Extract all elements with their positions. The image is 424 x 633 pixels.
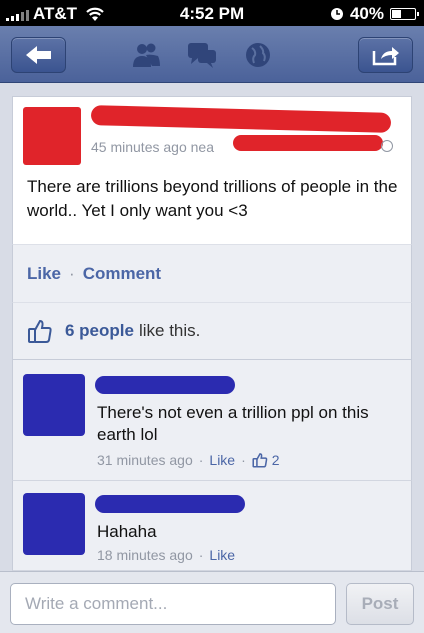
comment-item: Hahaha 18 minutes ago · Like (12, 481, 412, 571)
redacted-author-name (90, 105, 392, 133)
back-arrow-icon (25, 46, 51, 64)
comment-composer: Post (0, 571, 424, 633)
comment-like-link[interactable]: Like (209, 452, 235, 468)
battery-icon (390, 8, 419, 20)
comment-text: There's not even a trillion ppl on this … (97, 403, 369, 444)
likes-summary[interactable]: 6 people like this. (12, 302, 412, 360)
likes-count[interactable]: 6 people (65, 321, 134, 341)
comment-timestamp: 18 minutes ago (97, 547, 193, 563)
comment-link[interactable]: Comment (83, 264, 161, 284)
redacted-avatar (23, 493, 85, 555)
redacted-avatar (23, 107, 81, 165)
battery-percent: 40% (349, 4, 384, 23)
back-button[interactable] (11, 37, 66, 73)
friend-requests-icon[interactable] (130, 40, 162, 70)
redacted-avatar (23, 374, 85, 436)
post-timestamp: 45 minutes ago nea (91, 139, 214, 155)
comment-like-count[interactable]: 2 (272, 452, 280, 468)
comment-item: There's not even a trillion ppl on this … (12, 360, 412, 481)
redacted-commenter-name (95, 495, 245, 513)
nav-bar (0, 26, 424, 83)
thumbs-up-icon (252, 453, 268, 468)
comment-meta: 18 minutes ago · Like (97, 547, 235, 563)
post-actions: Like · Comment (12, 244, 412, 302)
separator: · (69, 263, 75, 283)
like-link[interactable]: Like (27, 264, 61, 284)
nav-icons (130, 40, 274, 70)
notifications-globe-icon[interactable] (242, 40, 274, 70)
battery-info: 40% (330, 4, 419, 24)
post-button[interactable]: Post (346, 583, 414, 625)
share-icon (372, 47, 399, 66)
likes-suffix: like this. (138, 321, 201, 340)
comment-meta: 31 minutes ago · Like · 2 (97, 452, 280, 468)
comment-like-link[interactable]: Like (209, 547, 235, 563)
comment-input[interactable] (10, 583, 336, 625)
post-text: There are trillions beyond trillions of … (27, 177, 398, 220)
comment-timestamp: 31 minutes ago (97, 452, 193, 468)
separator: · (198, 452, 204, 468)
redacted-commenter-name (95, 376, 235, 394)
share-button[interactable] (358, 37, 413, 73)
thumbs-up-icon (28, 319, 52, 343)
redacted-location (233, 135, 383, 151)
separator: · (198, 547, 204, 563)
comment-text: Hahaha (97, 522, 157, 541)
privacy-globe-icon (381, 140, 393, 152)
status-bar: AT&T 4:52 PM 40% (0, 0, 424, 26)
status-post: 45 minutes ago nea There are trillions b… (12, 96, 412, 244)
alarm-clock-icon (330, 8, 343, 20)
messages-icon[interactable] (186, 40, 218, 70)
separator: · (241, 452, 246, 468)
